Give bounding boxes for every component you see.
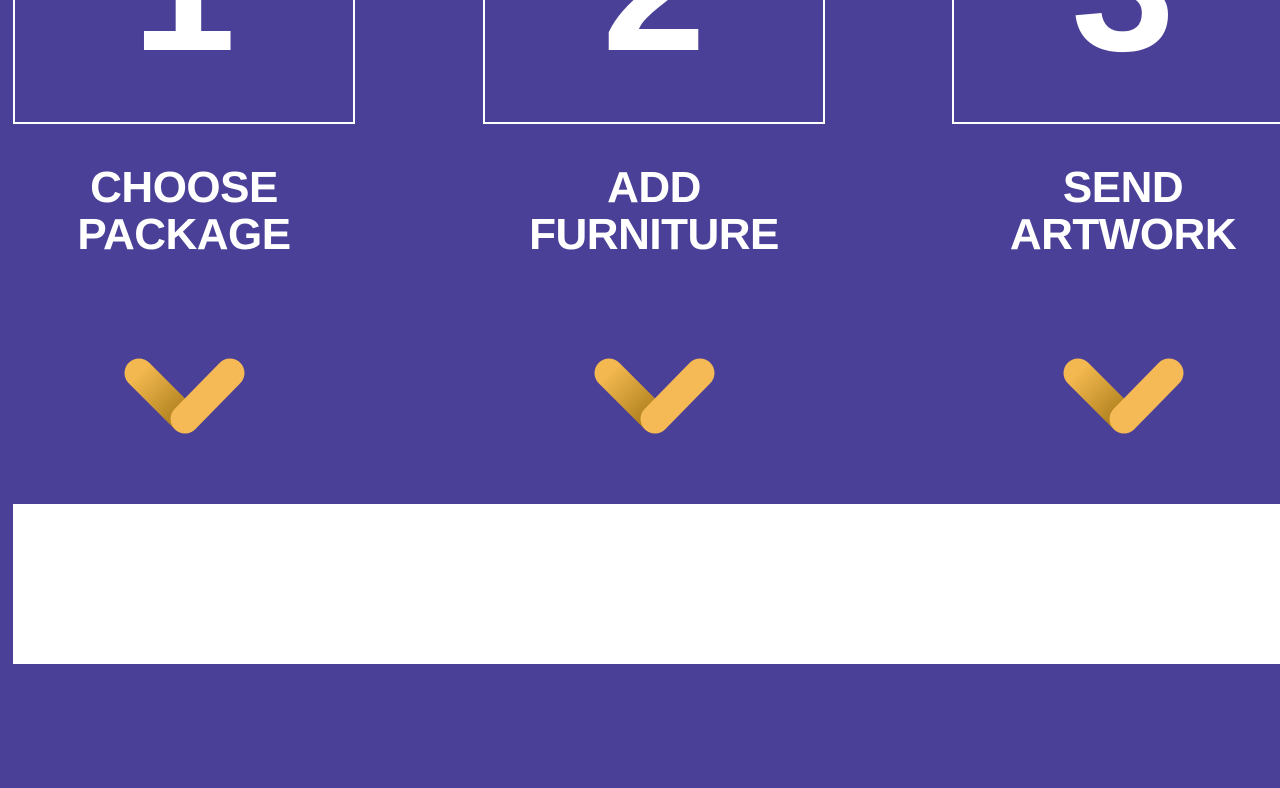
chevron-down-icon [124, 358, 245, 434]
step-1-label-line-1: CHOOSE [90, 163, 278, 212]
step-3-label: SEND ARTWORK [952, 164, 1280, 258]
content-panel [13, 504, 1280, 664]
step-2-label: ADD FURNITURE [483, 164, 825, 258]
step-3-number-box: 3 [952, 0, 1280, 124]
chevron-down-icon [1063, 358, 1184, 434]
step-3-label-line-1: SEND [1062, 163, 1184, 212]
step-1-label: CHOOSE PACKAGE [13, 164, 355, 258]
step-2-label-line-2: FURNITURE [529, 210, 779, 259]
step-3-label-line-2: ARTWORK [1009, 210, 1237, 259]
chevron-down-icon [594, 358, 715, 434]
step-3-number: 3 [954, 0, 1280, 80]
step-1-number: 1 [15, 0, 353, 80]
step-2-label-line-1: ADD [607, 163, 701, 212]
step-1-number-box: 1 [13, 0, 355, 124]
step-2-number: 2 [485, 0, 823, 80]
step-2-number-box: 2 [483, 0, 825, 124]
step-1-label-line-2: PACKAGE [77, 210, 291, 259]
